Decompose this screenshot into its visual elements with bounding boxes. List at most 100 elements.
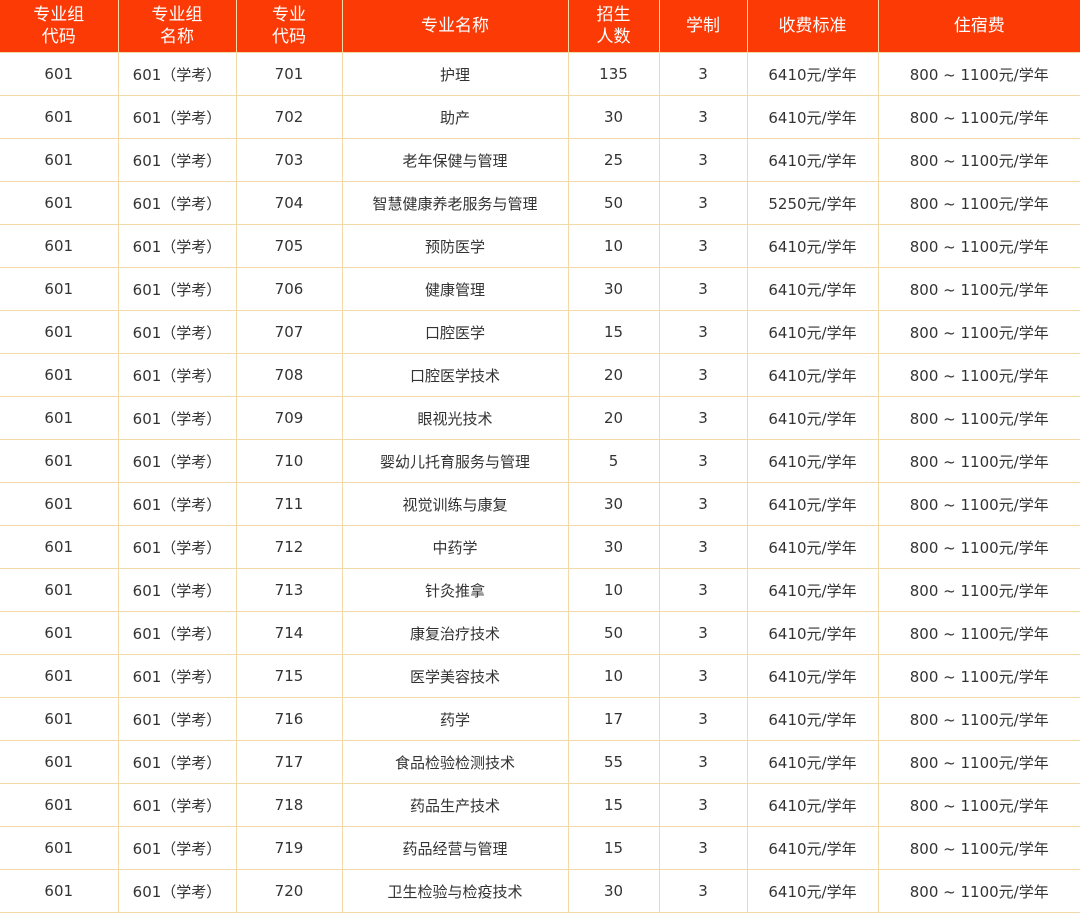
- tuition-cell: 6410元/学年: [746, 654, 879, 698]
- enrollment-cell: 25: [567, 138, 660, 182]
- enrollment-cell: 55: [567, 740, 660, 784]
- tuition-cell: 6410元/学年: [746, 869, 879, 913]
- housing-fee-cell: 800 ~ 1100元/学年: [877, 740, 1080, 784]
- tuition-cell: 6410元/学年: [746, 826, 879, 870]
- group-code-cell: 601: [0, 568, 119, 612]
- major-code-cell: 715: [235, 654, 343, 698]
- enrollment-cell: 30: [567, 869, 660, 913]
- duration-cell: 3: [658, 95, 748, 139]
- group-name-cell: 601（学考）: [117, 181, 237, 225]
- major-name-cell: 药学: [341, 697, 569, 741]
- tuition-cell: 6410元/学年: [746, 568, 879, 612]
- table-row: 601 601（学考） 714 康复治疗技术 50 3 6410元/学年 800 ~ 1100…: [0, 611, 1080, 655]
- major-code-cell: 704: [235, 181, 343, 225]
- major-code-cell: 711: [235, 482, 343, 526]
- admissions-table: 专业组 代码 专业组 名称 专业 代码 专业名称 招生 人数 学制 收费标准 住…: [0, 0, 1080, 913]
- duration-cell: 3: [658, 826, 748, 870]
- group-code-cell: 601: [0, 740, 119, 784]
- group-name-cell: 601（学考）: [117, 396, 237, 440]
- housing-fee-cell: 800 ~ 1100元/学年: [877, 267, 1080, 311]
- major-name-cell: 医学美容技术: [341, 654, 569, 698]
- group-name-cell: 601（学考）: [117, 310, 237, 354]
- table-row: 601 601（学考） 716 药学 17 3 6410元/学年 800 ~ 1100元/学年: [0, 697, 1080, 741]
- housing-fee-cell: 800 ~ 1100元/学年: [877, 396, 1080, 440]
- group-name-cell: 601（学考）: [117, 568, 237, 612]
- tuition-cell: 6410元/学年: [746, 353, 879, 397]
- group-code-cell: 601: [0, 310, 119, 354]
- group-code-cell: 601: [0, 482, 119, 526]
- tuition-cell: 6410元/学年: [746, 95, 879, 139]
- group-name-cell: 601（学考）: [117, 138, 237, 182]
- table-header: 专业组 代码 专业组 名称 专业 代码 专业名称 招生 人数 学制 收费标准 住…: [0, 0, 1080, 53]
- table-row: 601 601（学考） 710 婴幼儿托育服务与管理 5 3 6410元/学年 800 ~ 1…: [0, 439, 1080, 483]
- enrollment-cell: 135: [567, 52, 660, 96]
- major-name-cell: 护理: [341, 52, 569, 96]
- table-row: 601 601（学考） 709 眼视光技术 20 3 6410元/学年 800 ~ 1100元…: [0, 396, 1080, 440]
- major-name-cell: 视觉训练与康复: [341, 482, 569, 526]
- group-code-cell: 601: [0, 611, 119, 655]
- major-name-cell: 预防医学: [341, 224, 569, 268]
- table-row: 601 601（学考） 703 老年保健与管理 25 3 6410元/学年 800 ~ 110…: [0, 138, 1080, 182]
- duration-cell: 3: [658, 224, 748, 268]
- major-code-cell: 717: [235, 740, 343, 784]
- major-name-cell: 智慧健康养老服务与管理: [341, 181, 569, 225]
- group-name-cell: 601（学考）: [117, 267, 237, 311]
- major-name-cell: 康复治疗技术: [341, 611, 569, 655]
- major-name-cell: 口腔医学技术: [341, 353, 569, 397]
- major-name-cell: 药品经营与管理: [341, 826, 569, 870]
- header-duration: 学制: [658, 0, 748, 53]
- housing-fee-cell: 800 ~ 1100元/学年: [877, 95, 1080, 139]
- major-code-cell: 705: [235, 224, 343, 268]
- major-code-cell: 710: [235, 439, 343, 483]
- major-code-cell: 703: [235, 138, 343, 182]
- duration-cell: 3: [658, 654, 748, 698]
- table-row: 601 601（学考） 713 针灸推拿 10 3 6410元/学年 800 ~ 1100元/…: [0, 568, 1080, 612]
- housing-fee-cell: 800 ~ 1100元/学年: [877, 568, 1080, 612]
- group-name-cell: 601（学考）: [117, 224, 237, 268]
- housing-fee-cell: 800 ~ 1100元/学年: [877, 783, 1080, 827]
- enrollment-cell: 17: [567, 697, 660, 741]
- major-name-cell: 药品生产技术: [341, 783, 569, 827]
- group-name-cell: 601（学考）: [117, 482, 237, 526]
- header-housing-fee: 住宿费: [877, 0, 1080, 53]
- table-row: 601 601（学考） 711 视觉训练与康复 30 3 6410元/学年 800 ~ 110…: [0, 482, 1080, 526]
- housing-fee-cell: 800 ~ 1100元/学年: [877, 353, 1080, 397]
- group-code-cell: 601: [0, 52, 119, 96]
- duration-cell: 3: [658, 396, 748, 440]
- table-row: 601 601（学考） 706 健康管理 30 3 6410元/学年 800 ~ 1100元/…: [0, 267, 1080, 311]
- group-code-cell: 601: [0, 869, 119, 913]
- enrollment-cell: 15: [567, 310, 660, 354]
- group-name-cell: 601（学考）: [117, 95, 237, 139]
- housing-fee-cell: 800 ~ 1100元/学年: [877, 439, 1080, 483]
- table-row: 601 601（学考） 702 助产 30 3 6410元/学年 800 ~ 1100元/学年: [0, 95, 1080, 139]
- tuition-cell: 6410元/学年: [746, 482, 879, 526]
- group-code-cell: 601: [0, 525, 119, 569]
- tuition-cell: 6410元/学年: [746, 740, 879, 784]
- tuition-cell: 6410元/学年: [746, 224, 879, 268]
- duration-cell: 3: [658, 439, 748, 483]
- major-name-cell: 食品检验检测技术: [341, 740, 569, 784]
- group-name-cell: 601（学考）: [117, 353, 237, 397]
- major-code-cell: 708: [235, 353, 343, 397]
- enrollment-cell: 20: [567, 396, 660, 440]
- group-code-cell: 601: [0, 181, 119, 225]
- header-major-name: 专业名称: [341, 0, 569, 53]
- major-code-cell: 701: [235, 52, 343, 96]
- duration-cell: 3: [658, 783, 748, 827]
- duration-cell: 3: [658, 353, 748, 397]
- housing-fee-cell: 800 ~ 1100元/学年: [877, 224, 1080, 268]
- table-row: 601 601（学考） 708 口腔医学技术 20 3 6410元/学年 800 ~ 1100…: [0, 353, 1080, 397]
- major-code-cell: 707: [235, 310, 343, 354]
- major-code-cell: 702: [235, 95, 343, 139]
- housing-fee-cell: 800 ~ 1100元/学年: [877, 869, 1080, 913]
- tuition-cell: 5250元/学年: [746, 181, 879, 225]
- duration-cell: 3: [658, 482, 748, 526]
- table-row: 601 601（学考） 717 食品检验检测技术 55 3 6410元/学年 800 ~ 11…: [0, 740, 1080, 784]
- enrollment-cell: 5: [567, 439, 660, 483]
- group-code-cell: 601: [0, 224, 119, 268]
- major-name-cell: 健康管理: [341, 267, 569, 311]
- enrollment-cell: 10: [567, 654, 660, 698]
- enrollment-cell: 15: [567, 783, 660, 827]
- group-code-cell: 601: [0, 353, 119, 397]
- enrollment-cell: 30: [567, 525, 660, 569]
